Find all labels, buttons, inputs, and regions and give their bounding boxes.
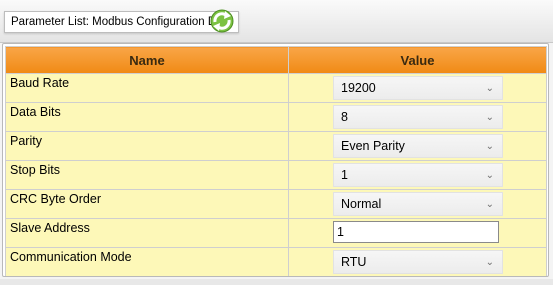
slave-address-input[interactable] <box>333 221 499 243</box>
baud-rate-select[interactable]: 19200 ⌄ <box>333 76 503 100</box>
communication-mode-select[interactable]: RTU ⌄ <box>333 250 503 274</box>
table-row: Stop Bits 1 ⌄ <box>5 160 547 190</box>
column-header-name[interactable]: Name <box>5 46 289 74</box>
row-name-cell: Communication Mode <box>5 247 289 276</box>
chevron-down-icon: ⌄ <box>485 199 494 210</box>
chevron-down-icon: ⌄ <box>485 170 494 181</box>
crc-byte-order-select[interactable]: Normal ⌄ <box>333 192 503 216</box>
table-row: Baud Rate 19200 ⌄ <box>5 73 547 103</box>
row-name-cell: Slave Address <box>5 218 289 248</box>
row-value-cell <box>288 218 547 248</box>
row-label-crc-byte-order: CRC Byte Order <box>10 192 101 206</box>
row-label-parity: Parity <box>10 134 42 148</box>
row-label-baud-rate: Baud Rate <box>10 76 70 90</box>
crc-byte-order-value: Normal <box>341 197 382 211</box>
panel-title: Parameter List: Modbus Configuration Dat… <box>4 11 240 33</box>
data-bits-value: 8 <box>341 110 348 124</box>
row-value-cell: Even Parity ⌄ <box>288 131 547 161</box>
chevron-down-icon: ⌄ <box>485 83 494 94</box>
table-row: Data Bits 8 ⌄ <box>5 102 547 132</box>
data-bits-select[interactable]: 8 ⌄ <box>333 105 503 129</box>
row-label-slave-address: Slave Address <box>10 221 90 235</box>
toolbar: Parameter List: Modbus Configuration Dat… <box>0 0 553 43</box>
table-row: CRC Byte Order Normal ⌄ <box>5 189 547 219</box>
parameter-table: Name Value Baud Rate 19200 ⌄ Data Bits 8 ⌄ <box>5 46 547 276</box>
row-value-cell: RTU ⌄ <box>288 247 547 276</box>
row-name-cell: CRC Byte Order <box>5 189 289 219</box>
table-row: Communication Mode RTU ⌄ <box>5 247 547 276</box>
row-name-cell: Data Bits <box>5 102 289 132</box>
row-label-communication-mode: Communication Mode <box>10 250 132 264</box>
table-row: Parity Even Parity ⌄ <box>5 131 547 161</box>
parity-value: Even Parity <box>341 139 405 153</box>
parameter-grid: Name Value Baud Rate 19200 ⌄ Data Bits 8 ⌄ <box>2 43 549 277</box>
row-label-stop-bits: Stop Bits <box>10 163 61 177</box>
chevron-down-icon: ⌄ <box>485 112 494 123</box>
stop-bits-select[interactable]: 1 ⌄ <box>333 163 503 187</box>
row-value-cell: 19200 ⌄ <box>288 73 547 103</box>
row-name-cell: Baud Rate <box>5 73 289 103</box>
table-header-row: Name Value <box>5 46 547 74</box>
chevron-down-icon: ⌄ <box>485 257 494 268</box>
row-name-cell: Stop Bits <box>5 160 289 190</box>
bottom-strip <box>0 279 553 285</box>
refresh-icon[interactable] <box>206 5 238 37</box>
chevron-down-icon: ⌄ <box>485 141 494 152</box>
baud-rate-value: 19200 <box>341 81 376 95</box>
modbus-config-window: Parameter List: Modbus Configuration Dat… <box>0 0 553 285</box>
column-header-value[interactable]: Value <box>288 46 547 74</box>
communication-mode-value: RTU <box>341 255 367 269</box>
row-value-cell: 1 ⌄ <box>288 160 547 190</box>
row-name-cell: Parity <box>5 131 289 161</box>
stop-bits-value: 1 <box>341 168 348 182</box>
parity-select[interactable]: Even Parity ⌄ <box>333 134 503 158</box>
row-value-cell: Normal ⌄ <box>288 189 547 219</box>
table-row: Slave Address <box>5 218 547 248</box>
row-value-cell: 8 ⌄ <box>288 102 547 132</box>
row-label-data-bits: Data Bits <box>10 105 61 119</box>
